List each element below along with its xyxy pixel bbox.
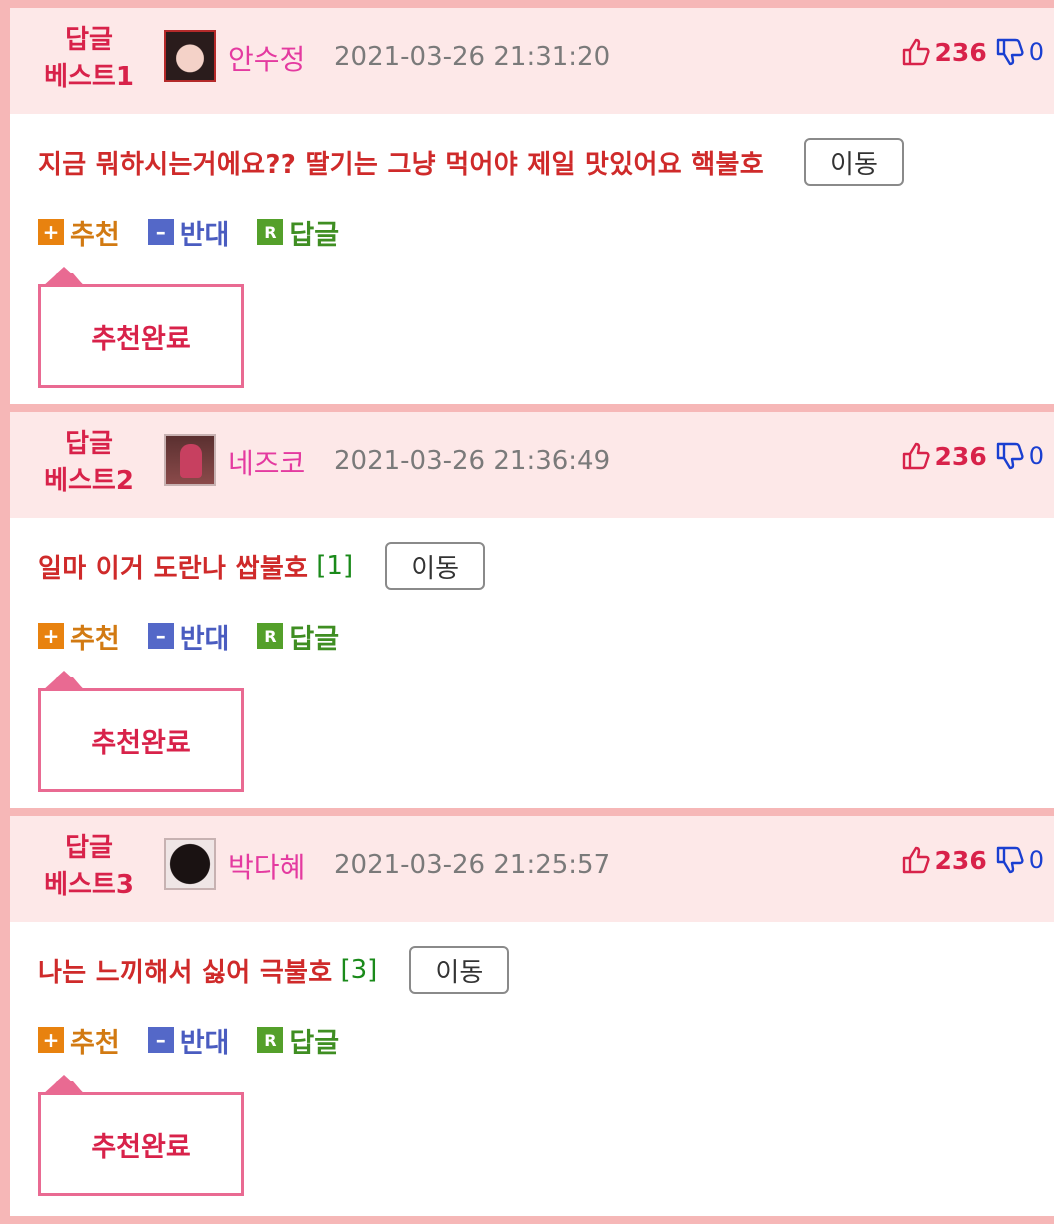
- comment-date: 2021-03-26 21:25:57: [334, 850, 611, 880]
- downvote-count: 0: [1028, 38, 1044, 66]
- comment-body: 일마 이거 도란나 쌉불호 [1] 이동 + 추천 – 반대 R 답글 추천완료: [10, 518, 1054, 808]
- thumbs-down-icon: [995, 441, 1025, 471]
- comment-actions: + 추천 – 반대 R 답글: [38, 1020, 367, 1060]
- badge-line1: 답글: [65, 429, 113, 459]
- thumbs-up-icon: [901, 845, 931, 875]
- reply-count: [3]: [340, 955, 378, 985]
- avatar[interactable]: [164, 434, 216, 486]
- badge-line1: 답글: [65, 25, 113, 55]
- badge-line2: 베스트1: [44, 62, 134, 92]
- reply-icon: R: [257, 623, 284, 649]
- move-button[interactable]: 이동: [409, 946, 510, 994]
- thumbs-down-icon: [995, 37, 1025, 67]
- comment-text: 지금 뭐하시는거에요?? 딸기는 그냥 먹어야 제일 맛있어요 핵불호: [38, 149, 764, 180]
- comment-date: 2021-03-26 21:31:20: [334, 42, 611, 72]
- comment-date: 2021-03-26 21:36:49: [334, 446, 611, 476]
- best-comment-3: 답글 베스트3 박다혜 2021-03-26 21:25:57 236 0 나는…: [10, 816, 1054, 1216]
- best-replies-page: 답글 베스트1 안수정 2021-03-26 21:31:20 236 0 지금…: [0, 0, 1054, 1224]
- comment-actions: + 추천 – 반대 R 답글: [38, 616, 367, 656]
- comment-text: 일마 이거 도란나 쌉불호: [38, 553, 309, 584]
- upvote-count: 236: [934, 441, 987, 471]
- upvote-count: 236: [934, 37, 987, 67]
- downvote-count: 0: [1028, 442, 1044, 470]
- vote-counts: 236 0: [901, 842, 1044, 878]
- badge-line2: 베스트3: [44, 870, 134, 900]
- oppose-button[interactable]: – 반대: [147, 617, 230, 656]
- comment-header: 답글 베스트2 네즈코 2021-03-26 21:36:49 236 0: [10, 412, 1054, 518]
- comment-text: 나는 느끼해서 싫어 극불호: [38, 957, 333, 988]
- recommend-button[interactable]: + 추천: [38, 213, 120, 252]
- oppose-label: 반대: [179, 1027, 230, 1059]
- comment-body: 지금 뭐하시는거에요?? 딸기는 그냥 먹어야 제일 맛있어요 핵불호 이동 +…: [10, 114, 1054, 404]
- recommend-button[interactable]: + 추천: [38, 617, 120, 656]
- downvote-count: 0: [1028, 846, 1044, 874]
- minus-icon: –: [147, 219, 174, 245]
- recommend-button[interactable]: + 추천: [38, 1021, 120, 1060]
- best-comment-2: 답글 베스트2 네즈코 2021-03-26 21:36:49 236 0 일마…: [10, 412, 1054, 808]
- avatar[interactable]: [164, 838, 216, 890]
- best-reply-badge: 답글 베스트3: [34, 830, 144, 904]
- author-name[interactable]: 안수정: [228, 38, 305, 78]
- author-name[interactable]: 네즈코: [228, 442, 305, 482]
- reply-button[interactable]: R 답글: [257, 213, 339, 252]
- comment-header: 답글 베스트1 안수정 2021-03-26 21:31:20 236 0: [10, 8, 1054, 114]
- avatar[interactable]: [164, 30, 216, 82]
- best-reply-badge: 답글 베스트2: [34, 426, 144, 500]
- reply-label: 답글: [289, 623, 340, 655]
- reply-button[interactable]: R 답글: [257, 1021, 339, 1060]
- recommend-done-tooltip: 추천완료: [38, 267, 244, 388]
- reply-label: 답글: [289, 219, 340, 251]
- minus-icon: –: [147, 1027, 174, 1053]
- thumbs-up-icon: [901, 441, 931, 471]
- upvote-count: 236: [934, 845, 987, 875]
- recommend-done-tooltip: 추천완료: [38, 671, 244, 792]
- reply-icon: R: [257, 219, 284, 245]
- reply-label: 답글: [289, 1027, 340, 1059]
- recommend-label: 추천: [70, 623, 120, 655]
- comment-header: 답글 베스트3 박다혜 2021-03-26 21:25:57 236 0: [10, 816, 1054, 922]
- best-comment-1: 답글 베스트1 안수정 2021-03-26 21:31:20 236 0 지금…: [10, 8, 1054, 404]
- thumbs-up-icon: [901, 37, 931, 67]
- reply-icon: R: [257, 1027, 284, 1053]
- reply-count: [1]: [316, 551, 354, 581]
- best-reply-badge: 답글 베스트1: [34, 22, 144, 96]
- reply-button[interactable]: R 답글: [257, 617, 339, 656]
- content-row: 지금 뭐하시는거에요?? 딸기는 그냥 먹어야 제일 맛있어요 핵불호 이동: [38, 136, 904, 188]
- badge-line2: 베스트2: [44, 466, 134, 496]
- move-button[interactable]: 이동: [385, 542, 486, 590]
- content-row: 일마 이거 도란나 쌉불호 [1] 이동: [38, 540, 486, 592]
- plus-icon: +: [38, 1027, 64, 1053]
- comment-body: 나는 느끼해서 싫어 극불호 [3] 이동 + 추천 – 반대 R 답글 추천완…: [10, 922, 1054, 1212]
- vote-counts: 236 0: [901, 438, 1044, 474]
- content-row: 나는 느끼해서 싫어 극불호 [3] 이동: [38, 944, 510, 996]
- plus-icon: +: [38, 623, 64, 649]
- minus-icon: –: [147, 623, 174, 649]
- comment-actions: + 추천 – 반대 R 답글: [38, 212, 367, 252]
- recommend-label: 추천: [70, 219, 120, 251]
- oppose-button[interactable]: – 반대: [147, 1021, 230, 1060]
- recommend-done-tooltip: 추천완료: [38, 1075, 244, 1196]
- oppose-button[interactable]: – 반대: [147, 213, 230, 252]
- author-name[interactable]: 박다혜: [228, 846, 305, 886]
- plus-icon: +: [38, 219, 64, 245]
- oppose-label: 반대: [179, 623, 230, 655]
- oppose-label: 반대: [179, 219, 230, 251]
- thumbs-down-icon: [995, 845, 1025, 875]
- move-button[interactable]: 이동: [803, 138, 904, 186]
- badge-line1: 답글: [65, 833, 113, 863]
- recommend-label: 추천: [70, 1027, 120, 1059]
- vote-counts: 236 0: [901, 34, 1044, 70]
